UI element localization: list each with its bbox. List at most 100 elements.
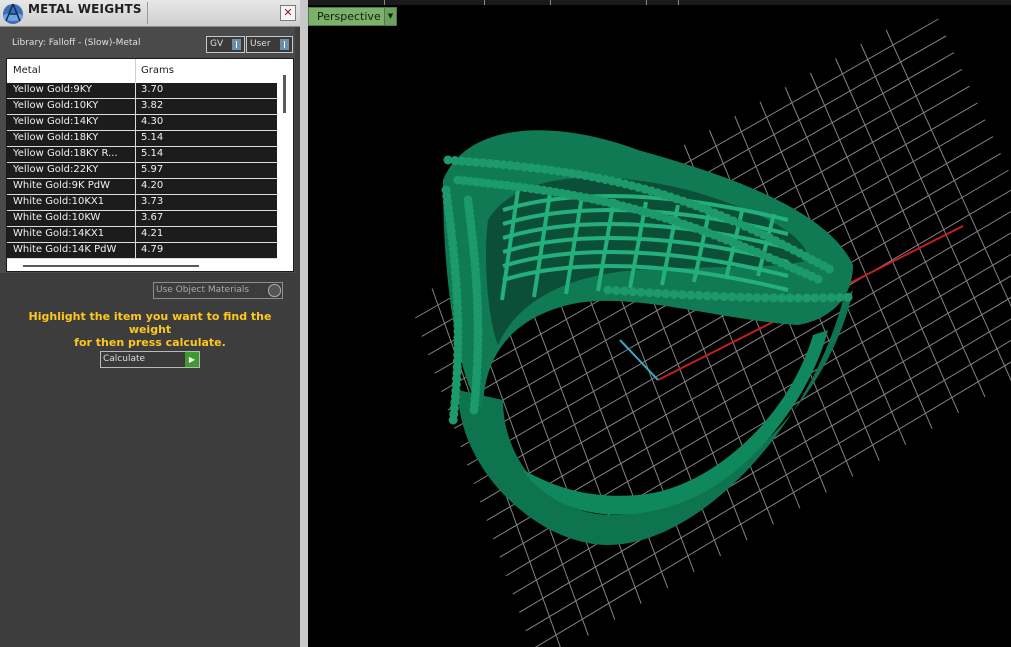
metal-cell: White Gold:10KX1 [13, 196, 105, 207]
grams-cell: 3.73 [141, 196, 164, 207]
view-mode-label: Perspective [317, 10, 381, 23]
metal-weights-panel: METAL WEIGHTS ✕ Library: Falloff - (Slow… [0, 0, 300, 647]
bead [620, 286, 630, 296]
metal-cell: Yellow Gold:18KY R... [13, 148, 118, 159]
metal-cell: Yellow Gold:18KY [13, 132, 99, 143]
table-row[interactable]: White Gold:14K PdW 4.79 [7, 243, 277, 259]
bead [628, 287, 638, 297]
bead [603, 285, 613, 295]
table-row[interactable]: White Gold:9K PdW 4.20 [7, 179, 277, 195]
table-row[interactable]: Yellow Gold:22KY 5.97 [7, 163, 277, 179]
view-mode-dropdown[interactable]: Perspective ▼ [308, 7, 397, 26]
viewport-tab[interactable] [384, 0, 485, 5]
viewport-tab[interactable] [646, 0, 679, 5]
grams-cell: 5.97 [141, 164, 164, 175]
panel-splitter[interactable] [300, 0, 308, 647]
bead [711, 291, 721, 301]
cell-divider [135, 83, 136, 98]
grid-line [518, 318, 1011, 613]
bead [677, 290, 687, 300]
metal-cell: White Gold:10KW [13, 212, 101, 223]
grid-line [525, 339, 1011, 632]
chevron-down-icon[interactable]: ▼ [384, 8, 396, 25]
bead [802, 293, 812, 303]
cell-divider [135, 131, 136, 146]
table-row[interactable]: Yellow Gold:10KY 3.82 [7, 99, 277, 115]
column-divider [135, 59, 136, 83]
bead [824, 264, 834, 274]
calculate-label: Calculate [103, 354, 146, 364]
grid-line [860, 43, 1011, 382]
gv-label: GV [210, 39, 224, 49]
bead [813, 274, 823, 284]
bead [611, 286, 621, 296]
gv-toggle-button[interactable]: GV [206, 36, 245, 53]
metal-cell: Yellow Gold:10KY [13, 100, 99, 111]
bead [694, 291, 704, 301]
titlebar-divider [147, 2, 148, 24]
cell-divider [135, 115, 136, 130]
viewport-tab[interactable] [550, 0, 647, 5]
grams-cell: 4.20 [141, 180, 164, 191]
library-label: Library: Falloff - (Slow)-Metal [12, 38, 141, 48]
grams-cell: 3.82 [141, 100, 164, 111]
use-object-materials-checkbox[interactable]: Use Object Materials [153, 282, 283, 299]
cell-divider [135, 211, 136, 226]
toggle-indicator-icon [232, 39, 241, 50]
column-header-metal[interactable]: Metal [13, 65, 41, 76]
bead [826, 293, 836, 303]
close-icon[interactable]: ✕ [280, 5, 296, 21]
cell-divider [135, 227, 136, 242]
viewport-tab[interactable] [484, 0, 551, 5]
table-row[interactable]: White Gold:10KX1 3.73 [7, 195, 277, 211]
instruction-line-1: Highlight the item you want to find the … [28, 310, 272, 336]
grams-cell: 5.14 [141, 148, 164, 159]
bead [818, 293, 828, 303]
bead [644, 288, 654, 298]
table-row[interactable]: Yellow Gold:9KY 3.70 [7, 83, 277, 99]
vertical-scrollbar[interactable] [283, 75, 286, 113]
table-row[interactable]: Yellow Gold:14KY 4.30 [7, 115, 277, 131]
grams-cell: 3.67 [141, 212, 164, 223]
bead [752, 293, 762, 303]
3d-viewport[interactable]: Perspective ▼ [308, 0, 1011, 647]
cell-divider [135, 179, 136, 194]
user-label: User [250, 39, 271, 49]
cell-divider [135, 99, 136, 114]
bead [843, 292, 853, 302]
bead [636, 287, 646, 297]
grams-cell: 3.70 [141, 84, 164, 95]
bead [735, 292, 745, 302]
table-row[interactable]: White Gold:14KX1 4.21 [7, 227, 277, 243]
grid-line [835, 58, 986, 398]
table-row[interactable]: White Gold:10KW 3.67 [7, 211, 277, 227]
viewport-tabstrip[interactable] [308, 0, 1011, 5]
bead [719, 292, 729, 302]
metal-weights-table[interactable]: Metal Grams Yellow Gold:9KY 3.70 Yellow G… [6, 58, 294, 272]
table-row[interactable]: Yellow Gold:18KY 5.14 [7, 131, 277, 147]
metal-cell: White Gold:9K PdW [13, 180, 110, 191]
bead [810, 293, 820, 303]
cell-divider [135, 163, 136, 178]
bead [793, 293, 803, 303]
bead [469, 405, 479, 415]
horizontal-scrollbar[interactable] [23, 265, 199, 267]
calculate-button[interactable]: Calculate ▶ [100, 351, 200, 368]
bead [760, 293, 770, 303]
ring-render [415, 18, 1011, 647]
cell-divider [135, 195, 136, 210]
table-header: Metal Grams [7, 59, 277, 83]
column-header-grams[interactable]: Grams [141, 65, 174, 76]
instruction-text: Highlight the item you want to find the … [10, 310, 290, 349]
bead [744, 292, 754, 302]
use-object-materials-label: Use Object Materials [156, 285, 250, 295]
user-toggle-button[interactable]: User [246, 36, 293, 53]
bead [448, 415, 458, 425]
metal-cell: Yellow Gold:22KY [13, 164, 99, 175]
viewport-tab[interactable] [308, 0, 385, 5]
metal-cell: Yellow Gold:9KY [13, 84, 92, 95]
panel-titlebar[interactable]: METAL WEIGHTS ✕ [0, 0, 300, 27]
table-row[interactable]: Yellow Gold:18KY R... 5.14 [7, 147, 277, 163]
bead [727, 292, 737, 302]
bead [777, 293, 787, 303]
